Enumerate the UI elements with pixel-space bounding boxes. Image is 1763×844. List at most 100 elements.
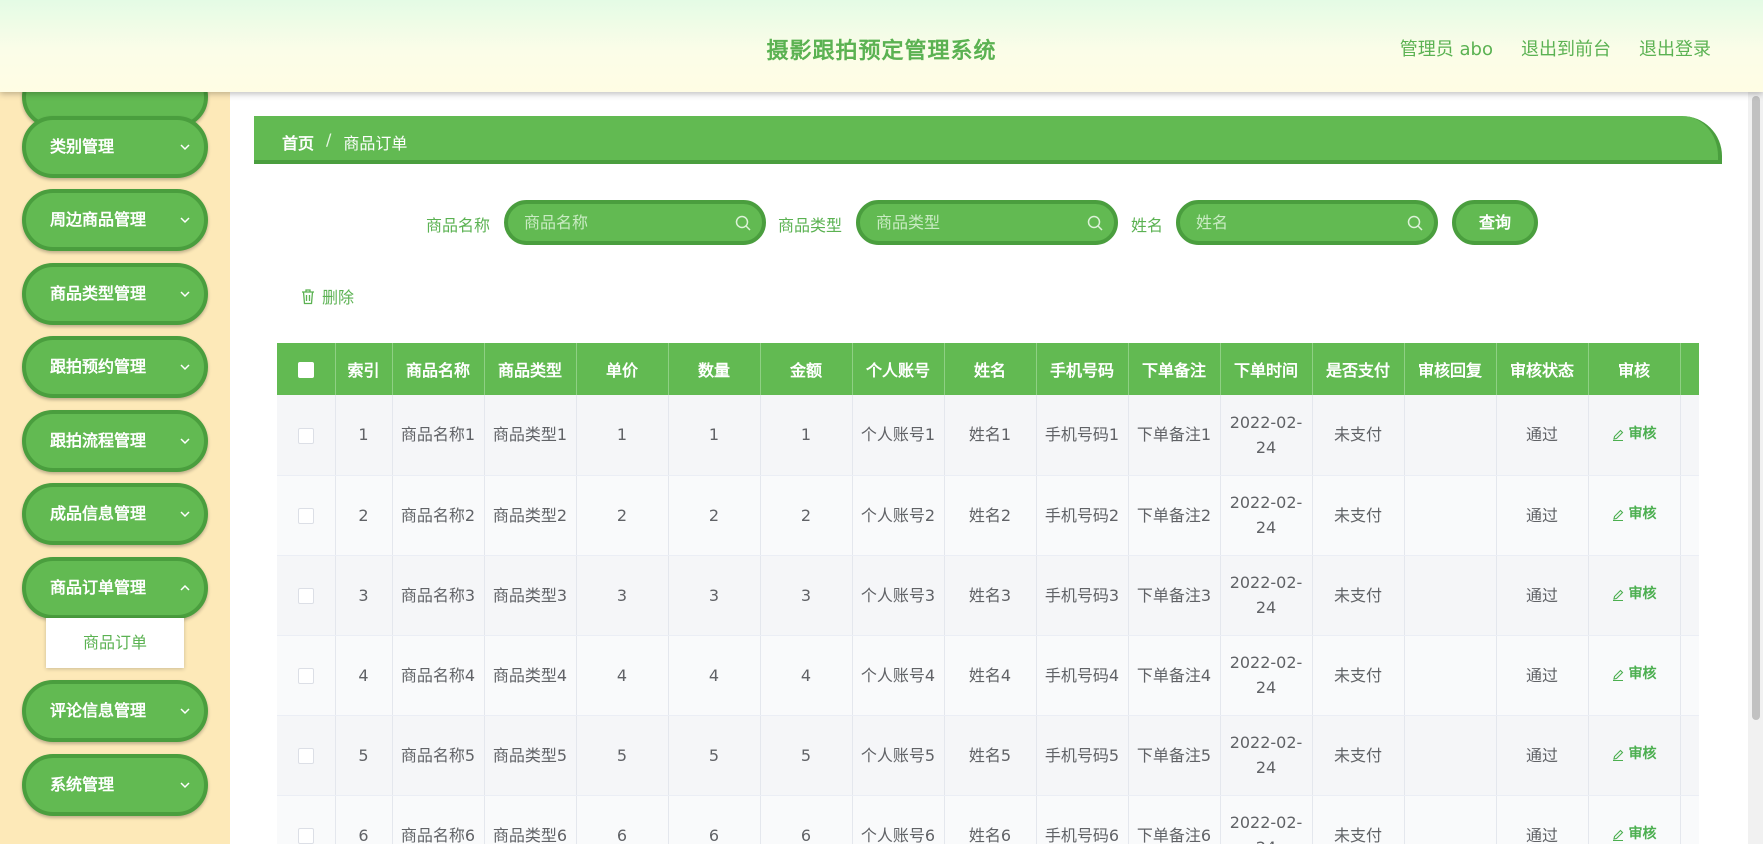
sidebar-item-finished[interactable]: 成品信息管理 (22, 483, 208, 545)
cell-remark: 下单备注4 (1128, 635, 1221, 716)
search-person-field[interactable] (1176, 200, 1438, 245)
cell-reply (1404, 715, 1497, 796)
search-name-field[interactable] (504, 200, 766, 245)
column-header: 索引 (335, 343, 393, 395)
sidebar-item-process[interactable]: 跟拍流程管理 (22, 410, 208, 472)
search-type-field[interactable] (856, 200, 1118, 245)
sidebar-item-merch[interactable]: 周边商品管理 (22, 189, 208, 251)
chevron-down-icon (180, 782, 190, 789)
row-select-cell[interactable] (277, 475, 336, 556)
audit-button[interactable]: 审核 (1612, 822, 1657, 844)
row-checkbox[interactable] (297, 748, 314, 764)
cell-qty: 3 (668, 555, 761, 636)
row-select-cell[interactable] (277, 395, 336, 476)
sidebar-item-category[interactable]: 类别管理 (22, 116, 208, 178)
row-checkbox[interactable] (297, 828, 314, 844)
cell-name: 商品名称6 (392, 795, 485, 844)
audit-label: 审核 (1628, 746, 1657, 763)
cell-time: 2022-02-24 (1220, 635, 1313, 716)
search-person-input[interactable] (1196, 204, 1396, 241)
cell-qty: 4 (668, 635, 761, 716)
cell-account: 个人账号4 (852, 635, 945, 716)
cell-name: 商品名称5 (392, 715, 485, 796)
select-all-checkbox[interactable] (297, 362, 314, 378)
row-select-cell[interactable] (277, 555, 336, 636)
cell-price: 6 (576, 795, 669, 844)
column-header: 数量 (668, 343, 761, 395)
cell-paid: 未支付 (1312, 555, 1405, 636)
cell-paid: 未支付 (1312, 715, 1405, 796)
cell-status: 通过 (1496, 715, 1589, 796)
cell-extra (1680, 395, 1699, 476)
sidebar-item-system[interactable]: 系统管理 (22, 754, 208, 816)
row-select-cell[interactable] (277, 635, 336, 716)
sidebar-item-product-type[interactable]: 商品类型管理 (22, 263, 208, 325)
cell-amount: 4 (760, 635, 853, 716)
cell-account: 个人账号5 (852, 715, 945, 796)
cell-qty: 6 (668, 795, 761, 844)
cell-audit-action: 审核 (1588, 395, 1681, 476)
audit-button[interactable]: 审核 (1612, 582, 1657, 607)
chevron-down-icon (180, 511, 190, 518)
cell-type: 商品类型1 (484, 395, 577, 476)
cell-person: 姓名3 (944, 555, 1037, 636)
cell-name: 商品名称2 (392, 475, 485, 556)
row-checkbox[interactable] (297, 668, 314, 684)
cell-audit-action: 审核 (1588, 715, 1681, 796)
sidebar-item-comments[interactable]: 评论信息管理 (22, 680, 208, 742)
audit-button[interactable]: 审核 (1612, 502, 1657, 527)
breadcrumb-current: 商品订单 (343, 134, 408, 153)
search-name-input[interactable] (524, 204, 724, 241)
cell-index: 3 (335, 555, 393, 636)
audit-label: 审核 (1628, 826, 1657, 843)
row-select-cell[interactable] (277, 715, 336, 796)
row-checkbox[interactable] (297, 427, 314, 444)
audit-button[interactable]: 审核 (1612, 742, 1657, 767)
scrollbar-thumb[interactable] (1752, 96, 1760, 720)
cell-phone: 手机号码1 (1036, 395, 1129, 476)
audit-label: 审核 (1628, 666, 1657, 683)
cell-qty: 1 (668, 395, 761, 476)
cell-person: 姓名1 (944, 395, 1037, 476)
search-name-label: 商品名称 (426, 216, 491, 235)
cell-index: 1 (335, 395, 393, 476)
chevron-up-icon (180, 584, 190, 591)
cell-type: 商品类型5 (484, 715, 577, 796)
page-scrollbar[interactable] (1748, 92, 1763, 844)
back-to-front-link[interactable]: 退出到前台 (1521, 35, 1611, 61)
cell-type: 商品类型2 (484, 475, 577, 556)
sidebar-item-booking[interactable]: 跟拍预约管理 (22, 336, 208, 398)
cell-paid: 未支付 (1312, 475, 1405, 556)
query-button[interactable]: 查询 (1452, 200, 1538, 245)
cell-phone: 手机号码6 (1036, 795, 1129, 844)
table-row: 6 商品名称6 商品类型6 6 6 6 个人账号6 姓名6 手机号码6 下单备注6 2022-02-… (277, 795, 1699, 844)
cell-remark: 下单备注1 (1128, 395, 1221, 476)
cell-price: 5 (576, 715, 669, 796)
delete-button[interactable]: 删除 (300, 284, 354, 308)
sidebar-item-label: 系统管理 (50, 775, 115, 794)
logout-link[interactable]: 退出登录 (1639, 35, 1711, 61)
sidebar: 类别管理 周边商品管理 商品类型管理 跟拍预约管理 跟拍流程管理 成品信息管理 … (0, 92, 230, 844)
cell-extra (1680, 635, 1699, 716)
cell-extra (1680, 715, 1699, 796)
table-row: 4 商品名称4 商品类型4 4 4 4 个人账号4 姓名4 手机号码4 下单备注4 2022-02-… (277, 635, 1699, 716)
sidebar-item-orders[interactable]: 商品订单管理 (22, 557, 208, 619)
search-type-input[interactable] (876, 204, 1076, 241)
select-all-header[interactable] (277, 343, 336, 395)
audit-button[interactable]: 审核 (1612, 662, 1657, 687)
audit-label: 审核 (1628, 506, 1657, 523)
submenu-item-orders[interactable]: 商品订单 (46, 618, 184, 668)
column-header: 商品名称 (392, 343, 485, 395)
admin-user-link[interactable]: 管理员 abo (1400, 35, 1493, 61)
cell-reply (1404, 395, 1497, 476)
trash-icon (302, 288, 314, 304)
row-checkbox[interactable] (297, 588, 314, 604)
cell-name: 商品名称1 (392, 395, 485, 476)
row-select-cell[interactable] (277, 795, 336, 844)
cell-person: 姓名6 (944, 795, 1037, 844)
edit-icon (1612, 669, 1623, 681)
breadcrumb-home[interactable]: 首页 (282, 130, 314, 154)
audit-button[interactable]: 审核 (1612, 422, 1657, 447)
row-checkbox[interactable] (297, 508, 314, 524)
column-header: 是否支付 (1312, 343, 1405, 395)
